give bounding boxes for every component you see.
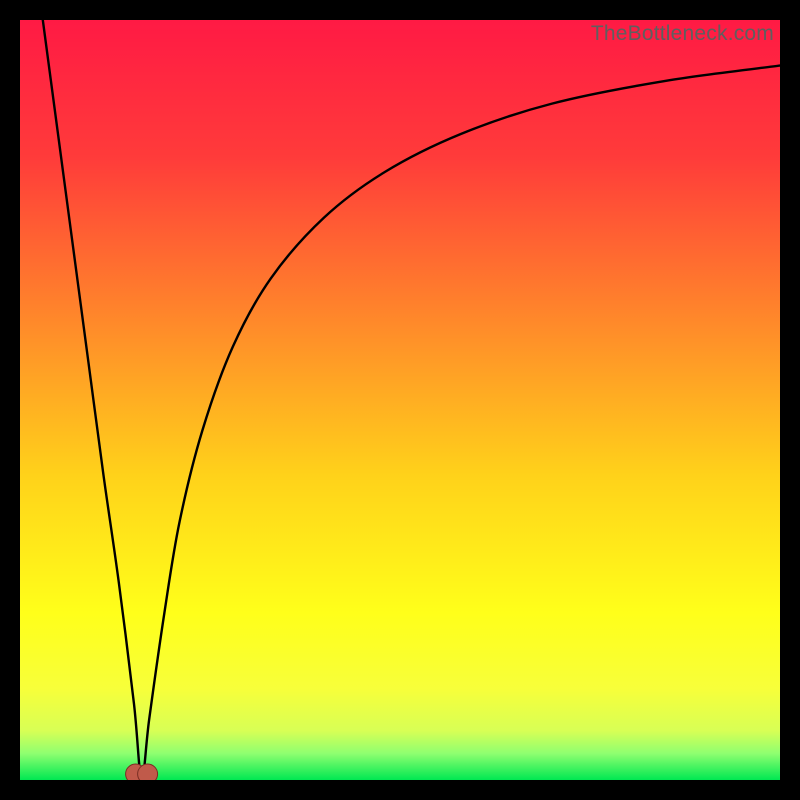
chart-frame: TheBottleneck.com xyxy=(20,20,780,780)
gradient-background xyxy=(20,20,780,780)
optimal-point-lobe xyxy=(138,764,158,780)
bottleneck-chart xyxy=(20,20,780,780)
optimal-point-marker xyxy=(126,764,158,780)
watermark-text: TheBottleneck.com xyxy=(591,22,774,46)
